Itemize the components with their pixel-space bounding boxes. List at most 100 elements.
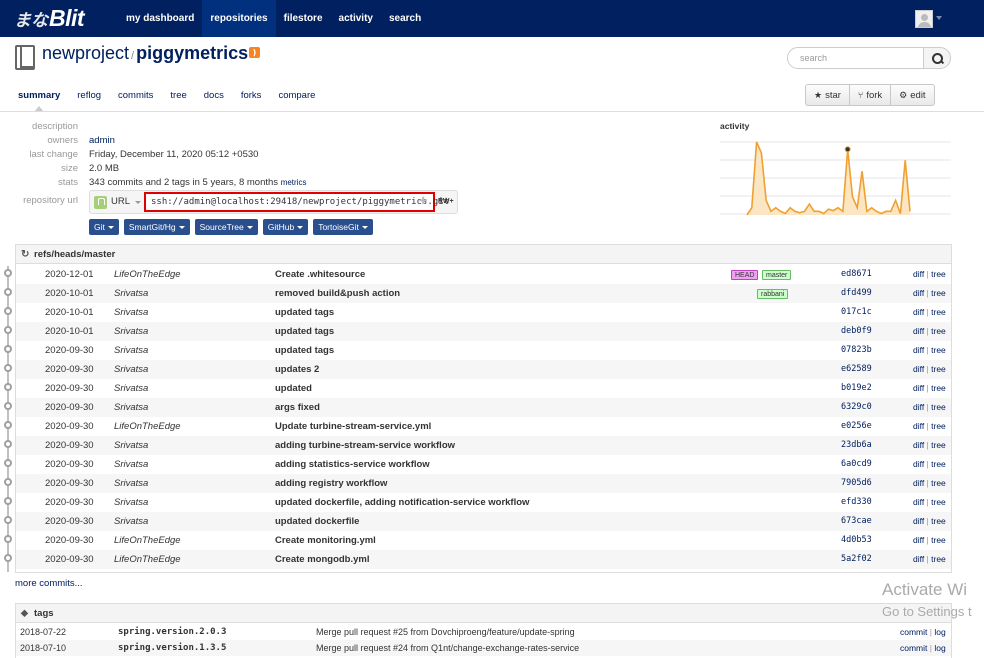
commit-sha-link[interactable]: 5a2f02 <box>841 550 872 569</box>
tag-message[interactable]: Merge pull request #24 from Q1nt/change-… <box>316 640 579 656</box>
diff-link[interactable]: diff <box>913 364 924 374</box>
app-logo[interactable]: まな Blit <box>14 5 85 31</box>
commit-sha-link[interactable]: 017c1c <box>841 303 872 322</box>
more-commits-link[interactable]: more commits... <box>15 578 83 589</box>
diff-link[interactable]: diff <box>913 440 924 450</box>
log-link[interactable]: log <box>934 627 945 637</box>
commit-author[interactable]: Srivatsa <box>114 360 148 379</box>
commit-author[interactable]: Srivatsa <box>114 341 148 360</box>
nav-link-my-dashboard[interactable]: my dashboard <box>118 0 202 37</box>
branch-badge[interactable]: master <box>762 270 792 280</box>
log-link[interactable]: log <box>934 643 945 653</box>
star-button[interactable]: ★ star <box>806 85 850 105</box>
commit-message[interactable]: updated tags <box>275 303 334 322</box>
rss-icon[interactable]: ) <box>249 47 260 58</box>
commit-message[interactable]: Update turbine-stream-service.yml <box>275 417 431 436</box>
tab-commits[interactable]: commits <box>118 86 153 106</box>
tree-link[interactable]: tree <box>931 364 946 374</box>
url-protocol-select[interactable]: URL <box>111 191 130 213</box>
commit-author[interactable]: LifeOnTheEdge <box>114 265 181 284</box>
user-avatar[interactable] <box>915 10 933 28</box>
commit-link[interactable]: commit <box>900 627 927 637</box>
edit-button[interactable]: ⚙ edit <box>891 85 933 105</box>
tree-link[interactable]: tree <box>931 440 946 450</box>
search-input[interactable] <box>788 48 923 68</box>
client-button-sourcetree[interactable]: SourceTree <box>194 219 258 235</box>
diff-link[interactable]: diff <box>913 516 924 526</box>
tree-link[interactable]: tree <box>931 307 946 317</box>
commit-author[interactable]: Srivatsa <box>114 284 148 303</box>
tree-link[interactable]: tree <box>931 421 946 431</box>
commit-author[interactable]: Srivatsa <box>114 379 148 398</box>
commit-author[interactable]: Srivatsa <box>114 303 148 322</box>
tag-name-link[interactable]: spring.version.1.3.5 <box>118 640 226 656</box>
tree-link[interactable]: tree <box>931 459 946 469</box>
head-badge[interactable]: HEAD <box>731 270 759 280</box>
tab-reflog[interactable]: reflog <box>77 86 101 106</box>
diff-link[interactable]: diff <box>913 554 924 564</box>
tab-docs[interactable]: docs <box>204 86 224 106</box>
repo-name-link[interactable]: piggymetrics <box>136 43 248 63</box>
tree-link[interactable]: tree <box>931 516 946 526</box>
commit-message[interactable]: updated dockerfile, adding notification-… <box>275 493 529 512</box>
tag-message[interactable]: Merge pull request #25 from Dovchiproeng… <box>316 624 575 640</box>
diff-link[interactable]: diff <box>913 269 924 279</box>
tab-tree[interactable]: tree <box>170 86 186 106</box>
commit-message[interactable]: Create .whitesource <box>275 265 365 284</box>
diff-link[interactable]: diff <box>913 288 924 298</box>
tree-link[interactable]: tree <box>931 535 946 545</box>
diff-link[interactable]: diff <box>913 497 924 507</box>
search-icon[interactable] <box>923 47 951 69</box>
branch-badge[interactable]: rabbani <box>757 289 789 299</box>
client-button-tortoisegit[interactable]: TortoiseGit <box>313 219 373 235</box>
commit-sha-link[interactable]: e62589 <box>841 360 872 379</box>
tree-link[interactable]: tree <box>931 402 946 412</box>
commit-message[interactable]: updated dockerfile <box>275 512 359 531</box>
commit-sha-link[interactable]: 673cae <box>841 512 872 531</box>
metrics-link[interactable]: metrics <box>281 178 307 187</box>
commit-message[interactable]: Create monitoring.yml <box>275 531 376 550</box>
diff-link[interactable]: diff <box>913 478 924 488</box>
commit-sha-link[interactable]: 7905d6 <box>841 474 872 493</box>
commit-author[interactable]: Srivatsa <box>114 398 148 417</box>
commit-sha-link[interactable]: 6a0cd9 <box>841 455 872 474</box>
tree-link[interactable]: tree <box>931 269 946 279</box>
commit-message[interactable]: removed build&push action <box>275 284 400 303</box>
commit-sha-link[interactable]: dfd499 <box>841 284 872 303</box>
commit-author[interactable]: Srivatsa <box>114 474 148 493</box>
activity-point[interactable] <box>844 146 851 153</box>
nav-link-search[interactable]: search <box>381 0 429 37</box>
commit-sha-link[interactable]: 07823b <box>841 341 872 360</box>
tree-link[interactable]: tree <box>931 478 946 488</box>
commit-sha-link[interactable]: e0256e <box>841 417 872 436</box>
commit-sha-link[interactable]: 4d0b53 <box>841 531 872 550</box>
tree-link[interactable]: tree <box>931 288 946 298</box>
ref-name[interactable]: refs/heads/master <box>34 249 115 260</box>
fork-button[interactable]: ⑂ fork <box>850 85 892 105</box>
tree-link[interactable]: tree <box>931 554 946 564</box>
commit-sha-link[interactable]: deb0f9 <box>841 322 872 341</box>
tab-summary[interactable]: summary <box>18 86 60 112</box>
commit-message[interactable]: updates 2 <box>275 360 319 379</box>
project-link[interactable]: newproject <box>42 43 129 63</box>
client-button-smartgit-hg[interactable]: SmartGit/Hg <box>123 219 190 235</box>
commit-message[interactable]: adding turbine-stream-service workflow <box>275 436 455 455</box>
diff-link[interactable]: diff <box>913 383 924 393</box>
commit-message[interactable]: updated <box>275 379 312 398</box>
chevron-down-icon[interactable] <box>135 201 141 204</box>
diff-link[interactable]: diff <box>913 307 924 317</box>
commit-link[interactable]: commit <box>900 643 927 653</box>
commit-sha-link[interactable]: b019e2 <box>841 379 872 398</box>
repository-url-field[interactable]: ssh://admin@localhost:29418/newproject/p… <box>144 192 449 212</box>
tree-link[interactable]: tree <box>931 326 946 336</box>
chevron-down-icon[interactable] <box>936 16 942 20</box>
diff-link[interactable]: diff <box>913 326 924 336</box>
commit-message[interactable]: updated tags <box>275 322 334 341</box>
diff-link[interactable]: diff <box>913 459 924 469</box>
commit-message[interactable]: Create mongodb.yml <box>275 550 370 569</box>
commit-sha-link[interactable]: ed8671 <box>841 265 872 284</box>
nav-link-filestore[interactable]: filestore <box>276 0 331 37</box>
diff-link[interactable]: diff <box>913 402 924 412</box>
commit-author[interactable]: Srivatsa <box>114 493 148 512</box>
commit-message[interactable]: adding registry workflow <box>275 474 387 493</box>
